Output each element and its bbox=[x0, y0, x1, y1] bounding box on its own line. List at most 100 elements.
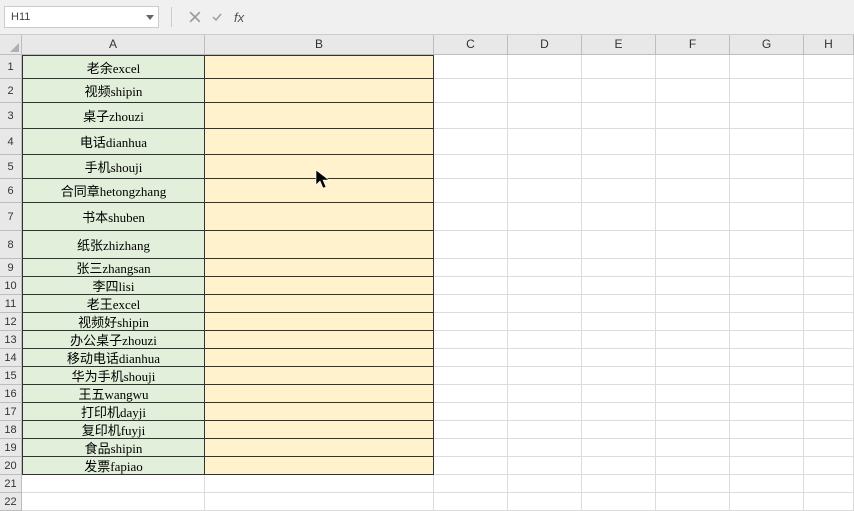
cell-G12[interactable] bbox=[730, 313, 804, 331]
cell-F22[interactable] bbox=[656, 493, 730, 511]
column-header-A[interactable]: A bbox=[22, 35, 205, 55]
cell-H11[interactable] bbox=[804, 295, 854, 313]
row-header-22[interactable]: 22 bbox=[0, 493, 22, 511]
cell-C2[interactable] bbox=[434, 79, 508, 103]
cell-A8[interactable]: 纸张zhizhang bbox=[22, 231, 205, 259]
cell-E13[interactable] bbox=[582, 331, 656, 349]
cell-C5[interactable] bbox=[434, 155, 508, 179]
cell-B21[interactable] bbox=[205, 475, 434, 493]
cell-F18[interactable] bbox=[656, 421, 730, 439]
row-header-11[interactable]: 11 bbox=[0, 295, 22, 313]
cancel-icon[interactable] bbox=[184, 6, 206, 28]
cell-D20[interactable] bbox=[508, 457, 582, 475]
cell-F21[interactable] bbox=[656, 475, 730, 493]
cell-C21[interactable] bbox=[434, 475, 508, 493]
cell-D12[interactable] bbox=[508, 313, 582, 331]
cell-E17[interactable] bbox=[582, 403, 656, 421]
cell-D9[interactable] bbox=[508, 259, 582, 277]
cell-H2[interactable] bbox=[804, 79, 854, 103]
cell-A20[interactable]: 发票fapiao bbox=[22, 457, 205, 475]
cell-B12[interactable] bbox=[205, 313, 434, 331]
cell-H10[interactable] bbox=[804, 277, 854, 295]
cell-G21[interactable] bbox=[730, 475, 804, 493]
cell-C16[interactable] bbox=[434, 385, 508, 403]
cell-C3[interactable] bbox=[434, 103, 508, 129]
column-header-B[interactable]: B bbox=[205, 35, 434, 55]
cell-F13[interactable] bbox=[656, 331, 730, 349]
cell-A6[interactable]: 合同章hetongzhang bbox=[22, 179, 205, 203]
cell-H13[interactable] bbox=[804, 331, 854, 349]
cell-D7[interactable] bbox=[508, 203, 582, 231]
cell-G22[interactable] bbox=[730, 493, 804, 511]
cell-F11[interactable] bbox=[656, 295, 730, 313]
cell-G3[interactable] bbox=[730, 103, 804, 129]
row-header-4[interactable]: 4 bbox=[0, 129, 22, 155]
cell-F9[interactable] bbox=[656, 259, 730, 277]
cell-B3[interactable] bbox=[205, 103, 434, 129]
cell-G18[interactable] bbox=[730, 421, 804, 439]
cell-G5[interactable] bbox=[730, 155, 804, 179]
row-header-17[interactable]: 17 bbox=[0, 403, 22, 421]
row-header-20[interactable]: 20 bbox=[0, 457, 22, 475]
cell-D4[interactable] bbox=[508, 129, 582, 155]
cell-C4[interactable] bbox=[434, 129, 508, 155]
cell-C20[interactable] bbox=[434, 457, 508, 475]
cell-D5[interactable] bbox=[508, 155, 582, 179]
cell-A11[interactable]: 老王excel bbox=[22, 295, 205, 313]
cell-H8[interactable] bbox=[804, 231, 854, 259]
cell-B9[interactable] bbox=[205, 259, 434, 277]
cell-C10[interactable] bbox=[434, 277, 508, 295]
cell-H14[interactable] bbox=[804, 349, 854, 367]
cell-B13[interactable] bbox=[205, 331, 434, 349]
cell-B2[interactable] bbox=[205, 79, 434, 103]
cell-C19[interactable] bbox=[434, 439, 508, 457]
cell-A21[interactable] bbox=[22, 475, 205, 493]
cell-G7[interactable] bbox=[730, 203, 804, 231]
name-box[interactable]: H11 bbox=[4, 6, 159, 28]
row-header-21[interactable]: 21 bbox=[0, 475, 22, 493]
cell-E12[interactable] bbox=[582, 313, 656, 331]
cell-D8[interactable] bbox=[508, 231, 582, 259]
cell-H19[interactable] bbox=[804, 439, 854, 457]
row-header-7[interactable]: 7 bbox=[0, 203, 22, 231]
cell-H9[interactable] bbox=[804, 259, 854, 277]
cell-E2[interactable] bbox=[582, 79, 656, 103]
cell-E20[interactable] bbox=[582, 457, 656, 475]
formula-input[interactable] bbox=[254, 6, 850, 28]
cell-H20[interactable] bbox=[804, 457, 854, 475]
cell-E22[interactable] bbox=[582, 493, 656, 511]
cell-G11[interactable] bbox=[730, 295, 804, 313]
cell-A19[interactable]: 食品shipin bbox=[22, 439, 205, 457]
cell-E1[interactable] bbox=[582, 55, 656, 79]
column-header-E[interactable]: E bbox=[582, 35, 656, 55]
cell-F14[interactable] bbox=[656, 349, 730, 367]
cell-B20[interactable] bbox=[205, 457, 434, 475]
column-header-C[interactable]: C bbox=[434, 35, 508, 55]
cell-E9[interactable] bbox=[582, 259, 656, 277]
cell-F1[interactable] bbox=[656, 55, 730, 79]
cell-E5[interactable] bbox=[582, 155, 656, 179]
cell-C7[interactable] bbox=[434, 203, 508, 231]
cell-A22[interactable] bbox=[22, 493, 205, 511]
cell-A15[interactable]: 华为手机shouji bbox=[22, 367, 205, 385]
cell-A7[interactable]: 书本shuben bbox=[22, 203, 205, 231]
cell-B19[interactable] bbox=[205, 439, 434, 457]
cell-F16[interactable] bbox=[656, 385, 730, 403]
cell-D13[interactable] bbox=[508, 331, 582, 349]
cell-B18[interactable] bbox=[205, 421, 434, 439]
cell-B1[interactable] bbox=[205, 55, 434, 79]
cell-B10[interactable] bbox=[205, 277, 434, 295]
cell-A4[interactable]: 电话dianhua bbox=[22, 129, 205, 155]
cell-H6[interactable] bbox=[804, 179, 854, 203]
cell-E14[interactable] bbox=[582, 349, 656, 367]
cell-B17[interactable] bbox=[205, 403, 434, 421]
cell-F20[interactable] bbox=[656, 457, 730, 475]
cell-H15[interactable] bbox=[804, 367, 854, 385]
cell-B8[interactable] bbox=[205, 231, 434, 259]
cell-H7[interactable] bbox=[804, 203, 854, 231]
cell-F8[interactable] bbox=[656, 231, 730, 259]
cell-H22[interactable] bbox=[804, 493, 854, 511]
cell-D14[interactable] bbox=[508, 349, 582, 367]
select-all-corner[interactable] bbox=[0, 35, 22, 55]
cell-A5[interactable]: 手机shouji bbox=[22, 155, 205, 179]
